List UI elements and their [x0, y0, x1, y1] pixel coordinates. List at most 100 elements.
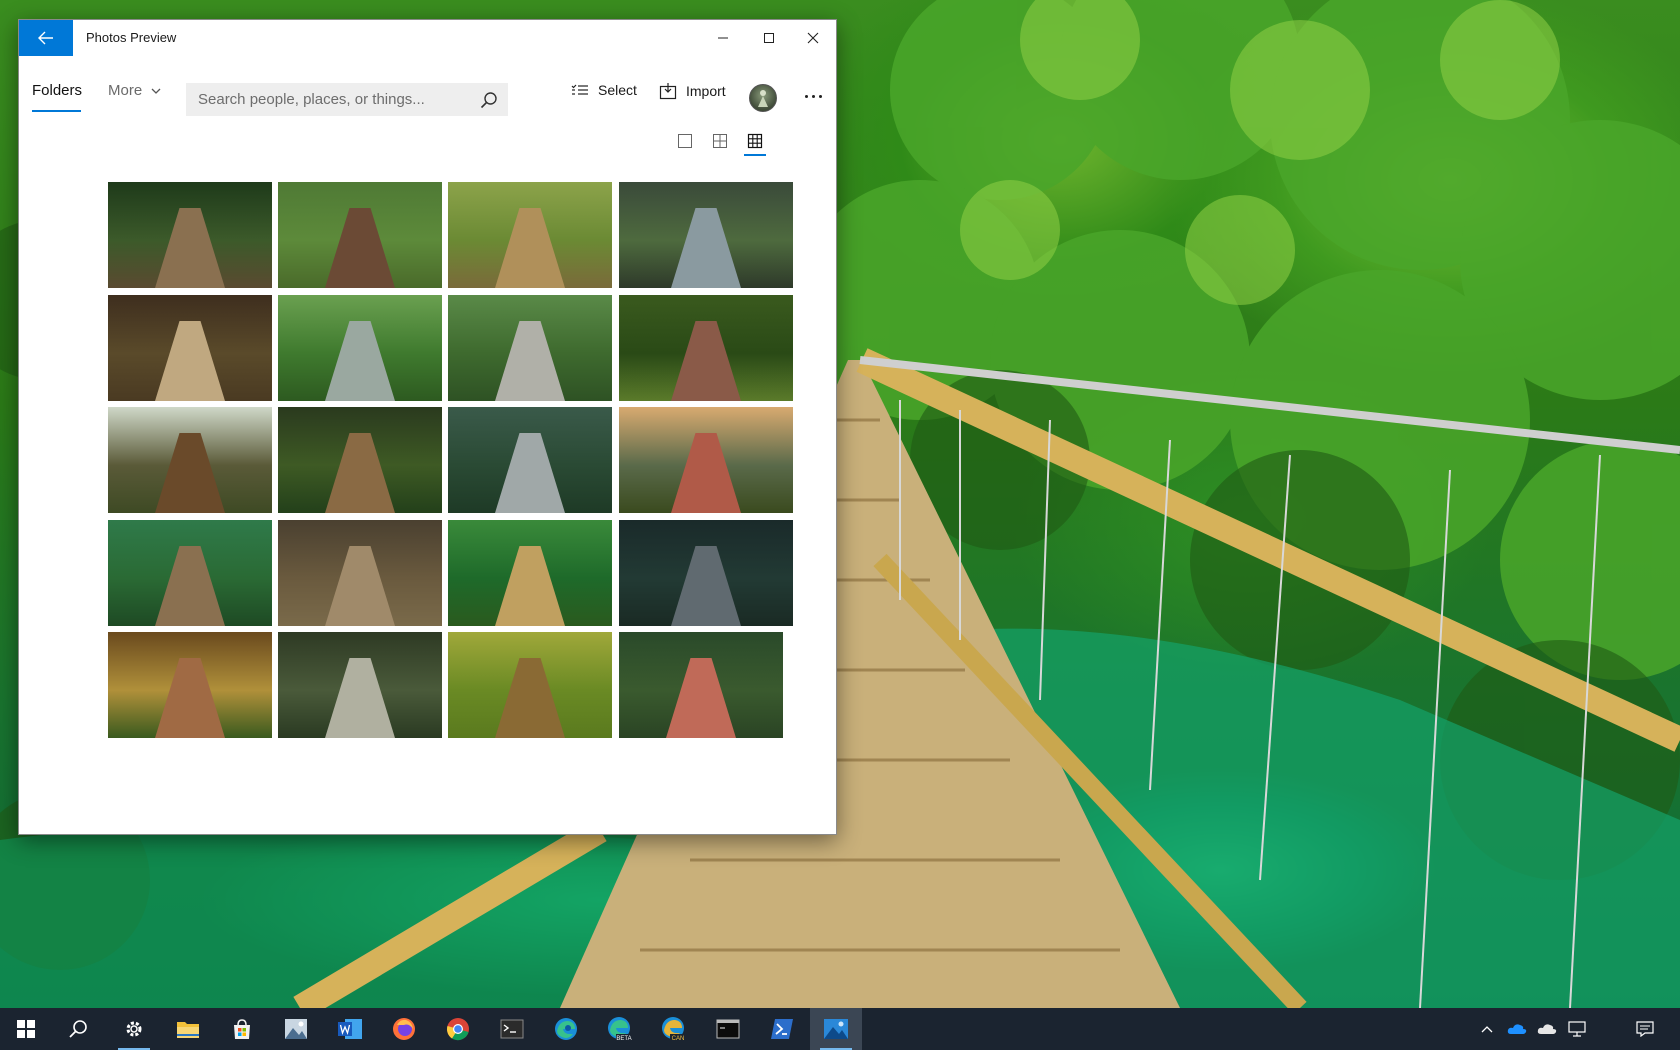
more-dropdown[interactable]: More	[108, 82, 161, 99]
ellipsis-dot-icon	[811, 94, 815, 98]
view-size-switcher	[672, 128, 792, 158]
firefox-app[interactable]	[378, 1008, 430, 1050]
powershell-icon	[771, 1019, 793, 1039]
onedrive-cloud-icon	[1507, 1024, 1527, 1034]
view-large-button[interactable]	[672, 128, 698, 154]
photo-thumbnail[interactable]	[108, 295, 272, 401]
app-toolbar: Folders More Select	[19, 60, 836, 120]
terminal-app[interactable]	[486, 1008, 538, 1050]
photo-thumbnail[interactable]	[448, 407, 612, 513]
back-button[interactable]	[19, 20, 73, 56]
import-button[interactable]: Import	[659, 82, 726, 100]
maximize-button[interactable]	[746, 20, 792, 56]
action-center-button[interactable]	[1630, 1008, 1660, 1050]
more-options-button[interactable]	[799, 86, 827, 106]
photos-preview-icon	[824, 1019, 848, 1039]
photo-thumbnail[interactable]	[448, 182, 612, 288]
close-button[interactable]	[790, 20, 836, 56]
store-app[interactable]	[216, 1008, 268, 1050]
grid-2x2-icon	[713, 134, 727, 148]
edge-canary-badge: CAN	[672, 1036, 685, 1042]
maximize-icon	[764, 33, 774, 43]
title-bar: Photos Preview	[19, 20, 836, 56]
photo-thumbnail[interactable]	[619, 182, 793, 288]
thumbnail-pathway	[325, 321, 395, 401]
photo-thumbnail[interactable]	[448, 632, 612, 738]
edge-beta-app[interactable]: BETA	[594, 1008, 646, 1050]
photo-grid	[89, 163, 799, 743]
edge-app[interactable]	[540, 1008, 592, 1050]
taskbar: BETA CAN	[0, 1008, 1680, 1050]
powershell-app[interactable]	[756, 1008, 808, 1050]
firefox-icon	[393, 1018, 415, 1040]
window-title: Photos Preview	[86, 30, 177, 45]
thumbnail-pathway	[325, 208, 395, 288]
photo-thumbnail[interactable]	[108, 632, 272, 738]
taskbar-search-button[interactable]	[52, 1008, 104, 1050]
photo-thumbnail[interactable]	[619, 407, 793, 513]
photo-thumbnail[interactable]	[108, 182, 272, 288]
search-button[interactable]	[478, 89, 500, 111]
photo-thumbnail[interactable]	[278, 295, 442, 401]
word-icon	[338, 1019, 362, 1039]
edge-canary-app[interactable]: CAN	[648, 1008, 700, 1050]
photos-app[interactable]	[270, 1008, 322, 1050]
single-square-icon	[678, 134, 692, 148]
active-view-indicator	[744, 154, 766, 156]
start-button[interactable]	[0, 1008, 52, 1050]
settings-app[interactable]	[108, 1008, 160, 1050]
cloud-tray-button[interactable]	[1534, 1008, 1560, 1050]
chevron-up-icon	[1481, 1026, 1493, 1033]
thumbnail-pathway	[495, 208, 565, 288]
search-icon	[480, 92, 497, 109]
view-small-button[interactable]	[742, 128, 768, 154]
photo-thumbnail[interactable]	[278, 407, 442, 513]
show-hidden-icons-button[interactable]	[1476, 1008, 1498, 1050]
photo-thumbnail[interactable]	[278, 520, 442, 626]
tab-folders[interactable]: Folders	[32, 82, 82, 99]
account-avatar[interactable]	[749, 84, 777, 112]
thumbnail-pathway	[155, 208, 225, 288]
thumbnail-pathway	[155, 433, 225, 513]
photo-thumbnail[interactable]	[619, 520, 793, 626]
onedrive-tray-button[interactable]	[1504, 1008, 1530, 1050]
thumbnail-pathway	[155, 658, 225, 738]
notification-icon	[1636, 1021, 1654, 1037]
terminal-icon	[500, 1019, 524, 1039]
photo-thumbnail[interactable]	[619, 295, 793, 401]
thumbnail-pathway	[671, 321, 741, 401]
photo-thumbnail[interactable]	[619, 632, 783, 738]
thumbnail-pathway	[671, 546, 741, 626]
cloud-icon	[1537, 1024, 1557, 1034]
photos-window: Photos Preview Folders More Search peopl…	[18, 19, 837, 835]
thumbnail-pathway	[325, 546, 395, 626]
minimize-button[interactable]	[700, 20, 746, 56]
photos-preview-app[interactable]	[810, 1008, 862, 1050]
photo-thumbnail[interactable]	[278, 632, 442, 738]
photo-thumbnail[interactable]	[448, 520, 612, 626]
thumbnail-pathway	[671, 433, 741, 513]
edge-beta-badge: BETA	[616, 1036, 631, 1042]
photo-thumbnail[interactable]	[108, 407, 272, 513]
word-app[interactable]	[324, 1008, 376, 1050]
search-input[interactable]	[186, 83, 464, 116]
edge-canary-icon: CAN	[662, 1017, 686, 1042]
grid-3x3-icon	[747, 133, 763, 149]
view-medium-button[interactable]	[707, 128, 733, 154]
more-label: More	[108, 82, 143, 99]
chrome-app[interactable]	[432, 1008, 484, 1050]
select-button[interactable]: Select	[571, 82, 637, 98]
chrome-icon	[446, 1018, 469, 1041]
photo-thumbnail[interactable]	[448, 295, 612, 401]
thumbnail-pathway	[671, 208, 741, 288]
select-list-icon	[571, 84, 588, 95]
photo-thumbnail[interactable]	[278, 182, 442, 288]
import-label: Import	[686, 83, 726, 99]
network-icon	[1568, 1021, 1586, 1037]
file-explorer-app[interactable]	[162, 1008, 214, 1050]
console-app[interactable]	[702, 1008, 754, 1050]
network-tray-button[interactable]	[1564, 1008, 1590, 1050]
photo-thumbnail[interactable]	[108, 520, 272, 626]
edge-icon	[555, 1018, 577, 1040]
back-arrow-icon	[38, 31, 53, 45]
